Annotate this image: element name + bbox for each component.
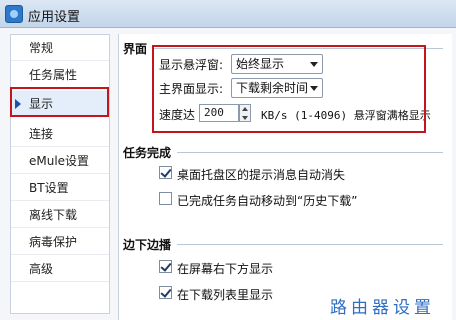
download-list-checkbox[interactable] — [159, 286, 172, 299]
sidebar-item-emule-settings[interactable]: eMule设置 — [11, 148, 109, 174]
spin-up-icon[interactable] — [242, 107, 248, 111]
chevron-down-icon — [310, 86, 318, 91]
section-divider — [153, 48, 443, 49]
sidebar-item-general[interactable]: 常规 — [11, 35, 109, 61]
settings-content: 界面 显示悬浮窗: 始终显示 主界面显示: 下载剩余时间 速度达 200 KB/… — [118, 34, 452, 320]
sidebar-item-label: 显示 — [29, 97, 54, 111]
float-window-select[interactable]: 始终显示 — [231, 54, 323, 74]
watermark-text: 路由器设置 — [330, 298, 435, 318]
sidebar-item-label: 离线下载 — [29, 208, 78, 222]
tray-message-checkbox[interactable] — [159, 166, 172, 179]
sidebar-item-label: 常规 — [29, 41, 54, 55]
speed-prefix-label: 速度达 — [159, 108, 196, 122]
sidebar-item-label: 任务属性 — [29, 68, 78, 82]
section-title-task-complete: 任务完成 — [123, 146, 172, 160]
screen-bottom-right-label: 在屏幕右下方显示 — [177, 262, 274, 276]
sidebar-item-label: 病毒保护 — [29, 235, 78, 249]
sidebar-item-label: 连接 — [29, 127, 54, 141]
speed-suffix-label: KB/s (1-4096) 悬浮窗满格显示 — [261, 109, 431, 122]
sidebar-item-bt-settings[interactable]: BT设置 — [11, 175, 109, 201]
main-display-label: 主界面显示: — [159, 82, 224, 96]
sidebar-item-advanced[interactable]: 高级 — [11, 256, 109, 282]
move-history-label: 已完成任务自动移动到“历史下载” — [177, 194, 358, 208]
settings-frame: 常规 任务属性 显示 连接 eMule设置 BT设置 离线下载 病毒保护 高级 … — [0, 28, 456, 320]
chevron-down-icon — [310, 62, 318, 67]
download-list-label: 在下载列表里显示 — [177, 288, 274, 302]
main-display-select[interactable]: 下载剩余时间 — [231, 78, 323, 98]
float-window-value: 始终显示 — [236, 57, 285, 71]
speed-input[interactable]: 200 — [199, 104, 239, 122]
title-bar: 应用设置 — [0, 0, 456, 28]
window-title: 应用设置 — [28, 10, 81, 25]
sidebar-item-label: 高级 — [29, 262, 54, 276]
spin-down-icon[interactable] — [242, 116, 248, 120]
sidebar-item-label: eMule设置 — [29, 154, 90, 168]
sidebar-item-display[interactable]: 显示 — [11, 91, 109, 117]
sidebar-item-offline-download[interactable]: 离线下载 — [11, 202, 109, 228]
speed-spinner[interactable] — [239, 104, 251, 122]
speed-value: 200 — [204, 106, 224, 119]
section-divider — [177, 152, 443, 153]
float-window-label: 显示悬浮窗: — [159, 58, 224, 72]
move-history-checkbox[interactable] — [159, 192, 172, 205]
tray-message-label: 桌面托盘区的提示消息自动消失 — [177, 168, 346, 182]
app-icon — [5, 5, 23, 23]
settings-sidebar: 常规 任务属性 显示 连接 eMule设置 BT设置 离线下载 病毒保护 高级 — [10, 34, 110, 314]
section-title-edge-play: 边下边播 — [123, 238, 172, 252]
main-display-value: 下载剩余时间 — [236, 81, 309, 95]
section-divider — [177, 244, 443, 245]
sidebar-item-label: BT设置 — [29, 181, 69, 195]
selected-arrow-icon — [15, 99, 21, 109]
sidebar-item-task-properties[interactable]: 任务属性 — [11, 62, 109, 88]
sidebar-item-connection[interactable]: 连接 — [11, 121, 109, 147]
screen-bottom-right-checkbox[interactable] — [159, 260, 172, 273]
sidebar-item-virus-protection[interactable]: 病毒保护 — [11, 229, 109, 255]
section-title-interface: 界面 — [123, 42, 148, 56]
